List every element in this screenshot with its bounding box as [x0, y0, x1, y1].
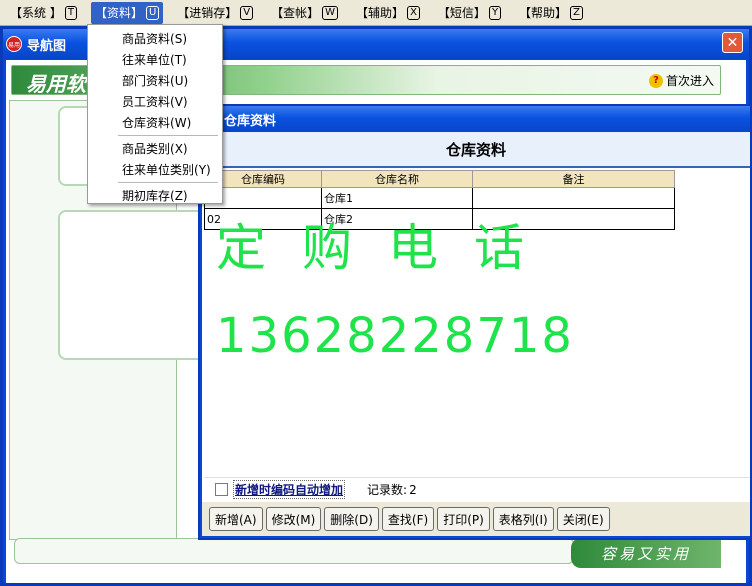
delete-button[interactable]: 删除(D) [324, 507, 379, 531]
first-login-label: 首次进入 [665, 74, 714, 88]
menu-help-label: 【帮助】 [519, 6, 568, 20]
menu-item-departments[interactable]: 部门资料 (U) [88, 70, 222, 91]
menu-system-key: T [64, 5, 77, 20]
print-button[interactable]: 打印(P) [437, 507, 490, 531]
edit-button[interactable]: 修改(M) [265, 507, 322, 531]
close-button[interactable]: 关闭(E) [556, 507, 610, 531]
menu-item-key: (Z) [170, 188, 188, 203]
menu-inventory-key: V [240, 5, 254, 20]
find-button[interactable]: 查找(F) [381, 507, 435, 531]
auto-increment-checkbox[interactable] [215, 483, 228, 496]
data-dropdown-menu: 商品资料 (S) 往来单位 (T) 部门资料 (U) 员工资料 (V) 仓库资料 (W) … [87, 24, 223, 204]
menu-item-key: (Y) [194, 162, 211, 177]
warehouse-heading: 仓库资料 [445, 140, 506, 159]
menu-item-product-categories[interactable]: 商品类别 (X) [88, 138, 222, 159]
menu-item-label: 期初库存 [122, 189, 171, 203]
column-header-name[interactable]: 仓库名称 [321, 170, 473, 188]
cell-note[interactable] [472, 187, 675, 209]
menu-accounts-key: W [322, 5, 339, 20]
warehouse-client-area: 仓库资料 仓库编码 仓库名称 备注 仓库1 02 仓库2 定购电话 136282… [202, 132, 750, 536]
menu-tools-label: 【辅助】 [356, 6, 405, 20]
menu-bar: 【系统 】 T 【资料】 U 【进销存】 V 【查帐】 W 【辅助】 X 【短信】 Y 【帮… [0, 0, 752, 26]
footer-logo: 容易又实用 [571, 538, 721, 568]
close-icon: ✕ [726, 34, 739, 51]
menu-item-label: 商品资料 [122, 32, 171, 46]
order-phone-watermark: 定购电话 13628228718 [216, 218, 574, 364]
menu-item-key: (V) [170, 94, 188, 109]
table-row[interactable]: 02 仓库2 [204, 208, 675, 230]
auto-increment-label[interactable]: 新增时编码自动增加 [233, 480, 346, 499]
menu-item-employees[interactable]: 员工资料 (V) [88, 91, 222, 112]
nav-window-title: 导航图 [27, 38, 67, 54]
menu-data-label: 【资料】 [94, 6, 143, 20]
warehouse-titlebar[interactable]: 仓库资料 [200, 106, 750, 132]
menu-sms[interactable]: 【短信】 Y [434, 2, 505, 24]
menu-help[interactable]: 【帮助】 Z [515, 2, 587, 24]
menu-item-label: 部门资料 [122, 74, 171, 88]
column-header-note[interactable]: 备注 [472, 170, 675, 188]
menu-item-label: 商品类别 [122, 142, 171, 156]
warehouse-options-bar: 新增时编码自动增加 记录数: 2 [204, 477, 750, 501]
menu-item-label: 员工资料 [122, 95, 171, 109]
menu-item-product-data[interactable]: 商品资料 (S) [88, 28, 222, 49]
cell-note[interactable] [472, 208, 675, 230]
menu-sms-key: Y [488, 5, 502, 20]
menu-system-label: 【系统 】 [10, 6, 62, 20]
menu-separator [118, 135, 218, 136]
menu-tools[interactable]: 【辅助】 X [352, 2, 424, 24]
nav-close-button[interactable]: ✕ [722, 32, 743, 53]
menu-item-opening-stock[interactable]: 期初库存 (Z) [88, 185, 222, 206]
menu-item-partners[interactable]: 往来单位 (T) [88, 49, 222, 70]
menu-help-key: Z [570, 5, 583, 20]
menu-data-key: U [145, 5, 160, 20]
menu-item-warehouses[interactable]: 仓库资料 (W) [88, 112, 222, 133]
warehouse-window: 仓库资料 仓库资料 仓库编码 仓库名称 备注 仓库1 02 仓库2 定购电话 1… [198, 104, 752, 540]
nav-status-bar [14, 538, 574, 564]
cell-name[interactable]: 仓库2 [321, 208, 473, 230]
first-login-link[interactable]: ? 首次进入 [648, 72, 714, 89]
warehouse-grid: 仓库编码 仓库名称 备注 仓库1 02 仓库2 [204, 170, 675, 230]
add-button[interactable]: 新增(A) [209, 507, 263, 531]
cell-name[interactable]: 仓库1 [321, 187, 473, 209]
watermark-phone: 13628228718 [216, 308, 574, 364]
menu-item-partner-categories[interactable]: 往来单位类别 (Y) [88, 159, 222, 180]
menu-inventory-label: 【进销存】 [177, 6, 238, 20]
table-format-button[interactable]: 表格列(I) [492, 507, 554, 531]
menu-data[interactable]: 【资料】 U [90, 1, 164, 24]
nav-banner-logo: 易用软 [26, 72, 86, 96]
cell-code[interactable]: 02 [204, 208, 322, 230]
menu-tools-key: X [407, 5, 420, 20]
menu-item-key: (T) [170, 52, 187, 67]
menu-accounts[interactable]: 【查帐】 W [267, 2, 342, 24]
menu-item-label: 往来单位 [122, 53, 171, 67]
menu-accounts-label: 【查帐】 [271, 6, 320, 20]
menu-system[interactable]: 【系统 】 T [6, 2, 81, 24]
table-row[interactable]: 仓库1 [204, 187, 675, 209]
menu-item-key: (X) [170, 141, 188, 156]
app-logo-icon: 易用 [6, 36, 22, 52]
menu-item-label: 仓库资料 [122, 116, 171, 130]
menu-item-label: 往来单位类别 [122, 163, 195, 177]
menu-item-key: (U) [170, 73, 189, 88]
question-icon: ? [648, 73, 663, 88]
warehouse-toolbar: 新增(A) 修改(M) 删除(D) 查找(F) 打印(P) 表格列(I) 关闭(… [202, 502, 750, 536]
record-count-value: 2 [409, 482, 417, 497]
warehouse-header: 仓库资料 [202, 132, 750, 168]
warehouse-window-title: 仓库资料 [224, 113, 277, 129]
menu-inventory[interactable]: 【进销存】 V [173, 2, 257, 24]
record-count-label: 记录数: [367, 483, 408, 497]
menu-item-key: (W) [170, 115, 192, 130]
menu-separator [118, 182, 218, 183]
grid-header-row: 仓库编码 仓库名称 备注 [204, 170, 675, 188]
menu-sms-label: 【短信】 [437, 6, 486, 20]
menu-item-key: (S) [170, 31, 187, 46]
